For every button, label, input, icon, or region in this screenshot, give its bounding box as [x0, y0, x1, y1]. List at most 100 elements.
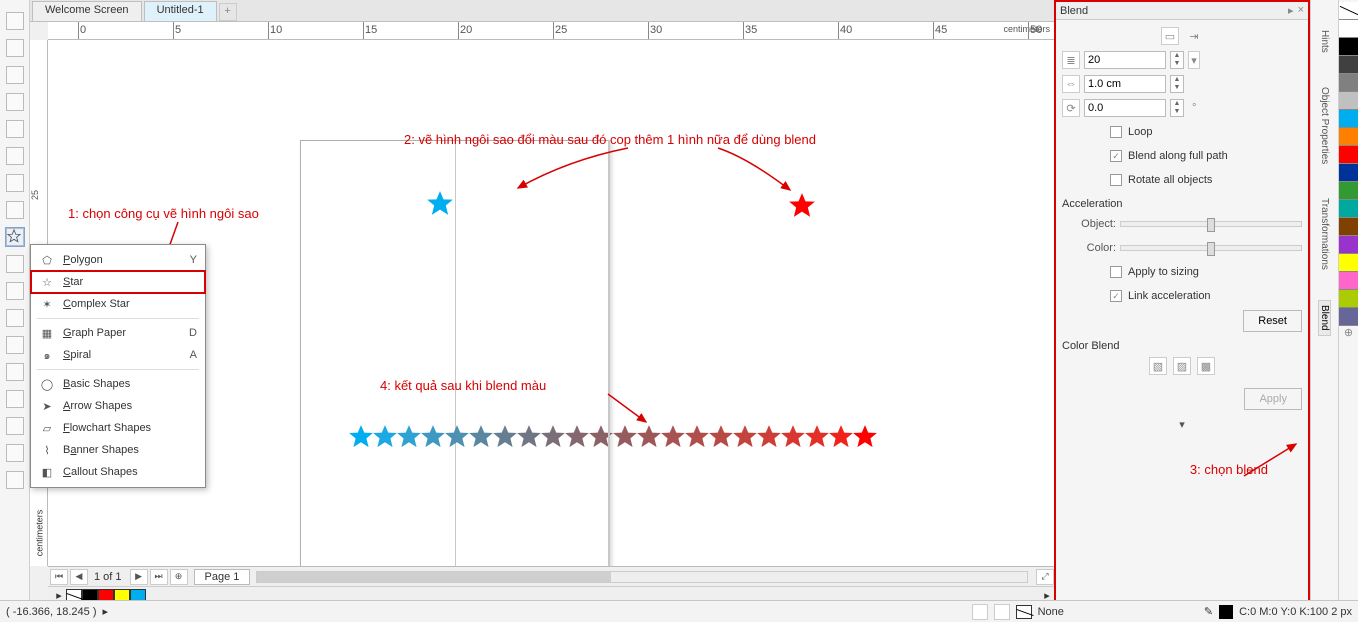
fill-swatch-icon[interactable] — [1016, 605, 1032, 619]
rail-swatch-5[interactable] — [1339, 110, 1358, 128]
artistic-media-icon[interactable] — [6, 147, 24, 165]
palette-add-icon[interactable]: ⊕ — [1339, 326, 1358, 344]
zoom-fit-icon[interactable]: ⤢ — [1036, 569, 1054, 585]
tab-blend[interactable]: Blend — [1318, 300, 1331, 336]
nav-next-icon[interactable]: ▶ — [130, 569, 148, 585]
page-tab-1[interactable]: Page 1 — [194, 569, 251, 585]
shape-tool-icon[interactable] — [6, 39, 24, 57]
outline-tool-icon[interactable] — [6, 471, 24, 489]
flyout-callout[interactable]: ◧Callout Shapes — [31, 461, 205, 483]
blend-close-icon[interactable]: × — [1298, 4, 1304, 17]
polygon-tool-icon[interactable] — [6, 228, 24, 246]
source-star-red[interactable] — [788, 192, 816, 220]
rotateall-checkbox[interactable] — [1110, 174, 1122, 186]
accel-object-slider[interactable] — [1120, 221, 1302, 227]
panel-menu-icon[interactable]: ▾ — [1179, 418, 1185, 431]
dropshadow-tool-icon[interactable] — [6, 363, 24, 381]
flyout-complex[interactable]: ✶Complex Star — [31, 293, 205, 315]
fill-tool-icon[interactable] — [6, 444, 24, 462]
text-tool-icon[interactable] — [6, 255, 24, 273]
ruler-horizontal[interactable]: centimeters 05101520253035404550 — [48, 22, 1054, 40]
rectangle-tool-icon[interactable] — [6, 174, 24, 192]
hscrollbar[interactable] — [256, 571, 1028, 583]
blend-preset-icon[interactable]: ▭ — [1161, 27, 1179, 45]
connector-tool-icon[interactable] — [6, 336, 24, 354]
blend-steps-menu-icon[interactable]: ▾ — [1188, 51, 1200, 69]
objprops-icon[interactable] — [1316, 63, 1334, 77]
blend-direction-icon[interactable]: ⇥ — [1185, 27, 1203, 45]
flyout-arrow[interactable]: ➤Arrow Shapes — [31, 395, 205, 417]
eyedropper-tool-icon[interactable] — [6, 417, 24, 435]
rail-swatch-4[interactable] — [1339, 92, 1358, 110]
blend-result[interactable] — [348, 424, 878, 450]
hints-icon[interactable] — [1316, 6, 1334, 20]
tab-welcome[interactable]: Welcome Screen — [32, 1, 142, 21]
blend-collapse-icon[interactable]: ▸ — [1288, 4, 1294, 17]
blend-offset-spinner[interactable]: ▲▼ — [1170, 75, 1184, 93]
tab-untitled[interactable]: Untitled-1 — [144, 1, 217, 21]
blend-rotation-input[interactable] — [1084, 99, 1166, 117]
apply-button[interactable]: Apply — [1244, 388, 1302, 410]
freehand-tool-icon[interactable] — [6, 120, 24, 138]
nav-prev-icon[interactable]: ◀ — [70, 569, 88, 585]
nav-last-icon[interactable]: ⏭ — [150, 569, 168, 585]
rail-swatch-2[interactable] — [1339, 56, 1358, 74]
flyout-graph[interactable]: ▦Graph PaperD — [31, 322, 205, 344]
sb-icon-1[interactable] — [972, 604, 988, 620]
rail-swatch-12[interactable] — [1339, 236, 1358, 254]
pen-icon[interactable]: ✎ — [1204, 605, 1213, 618]
rail-swatch-13[interactable] — [1339, 254, 1358, 272]
fullpath-checkbox[interactable]: ✓ — [1110, 150, 1122, 162]
coord-menu-icon[interactable]: ▸ — [103, 605, 109, 618]
blend-offset-input[interactable] — [1084, 75, 1166, 93]
blend-tab-icon[interactable] — [1316, 280, 1334, 294]
nav-first-icon[interactable]: ⏮ — [50, 569, 68, 585]
flyout-polygon[interactable]: ⬠PolygonY — [31, 249, 205, 271]
transparency-tool-icon[interactable] — [6, 390, 24, 408]
blend-rotation-spinner[interactable]: ▲▼ — [1170, 99, 1184, 117]
transforms-icon[interactable] — [1316, 174, 1334, 188]
rail-swatch-9[interactable] — [1339, 182, 1358, 200]
source-star-cyan[interactable] — [426, 190, 454, 218]
add-tab-button[interactable]: + — [219, 3, 237, 21]
outline-swatch-icon[interactable] — [1219, 605, 1233, 619]
colorblend-ccw-icon[interactable]: ▩ — [1197, 357, 1215, 375]
rail-swatch-11[interactable] — [1339, 218, 1358, 236]
linkaccel-checkbox[interactable]: ✓ — [1110, 290, 1122, 302]
rail-swatch-14[interactable] — [1339, 272, 1358, 290]
applysizing-checkbox[interactable] — [1110, 266, 1122, 278]
blend-steps-spinner[interactable]: ▲▼ — [1170, 51, 1184, 69]
flyout-banner[interactable]: ⌇Banner Shapes — [31, 439, 205, 461]
rail-swatch-0[interactable] — [1339, 20, 1358, 38]
accel-color-slider[interactable] — [1120, 245, 1302, 251]
nav-addpage-icon[interactable]: ⊕ — [170, 569, 188, 585]
rail-swatch-15[interactable] — [1339, 290, 1358, 308]
ellipse-tool-icon[interactable] — [6, 201, 24, 219]
colorblend-direct-icon[interactable]: ▧ — [1149, 357, 1167, 375]
table-tool-icon[interactable] — [6, 282, 24, 300]
rail-swatch-16[interactable] — [1339, 308, 1358, 326]
rail-swatch-1[interactable] — [1339, 38, 1358, 56]
flyout-star[interactable]: ☆Star — [31, 271, 205, 293]
flyout-basic[interactable]: ◯Basic Shapes — [31, 373, 205, 395]
crop-tool-icon[interactable] — [6, 66, 24, 84]
colorblend-cw-icon[interactable]: ▨ — [1173, 357, 1191, 375]
pick-tool-icon[interactable] — [6, 12, 24, 30]
blend-steps-input[interactable] — [1084, 51, 1166, 69]
tab-object-properties[interactable]: Object Properties — [1319, 83, 1330, 168]
rail-swatch-8[interactable] — [1339, 164, 1358, 182]
flyout-flow[interactable]: ▱Flowchart Shapes — [31, 417, 205, 439]
palette-none-swatch[interactable] — [1339, 2, 1358, 20]
rail-swatch-10[interactable] — [1339, 200, 1358, 218]
tab-transformations[interactable]: Transformations — [1319, 194, 1330, 274]
rail-swatch-7[interactable] — [1339, 146, 1358, 164]
rail-swatch-3[interactable] — [1339, 74, 1358, 92]
flyout-spiral[interactable]: ๑SpiralA — [31, 344, 205, 366]
sb-icon-2[interactable] — [994, 604, 1010, 620]
rail-swatch-6[interactable] — [1339, 128, 1358, 146]
reset-button[interactable]: Reset — [1243, 310, 1302, 332]
dimension-tool-icon[interactable] — [6, 309, 24, 327]
tab-hints[interactable]: Hints — [1319, 26, 1330, 57]
loop-checkbox[interactable] — [1110, 126, 1122, 138]
zoom-tool-icon[interactable] — [6, 93, 24, 111]
